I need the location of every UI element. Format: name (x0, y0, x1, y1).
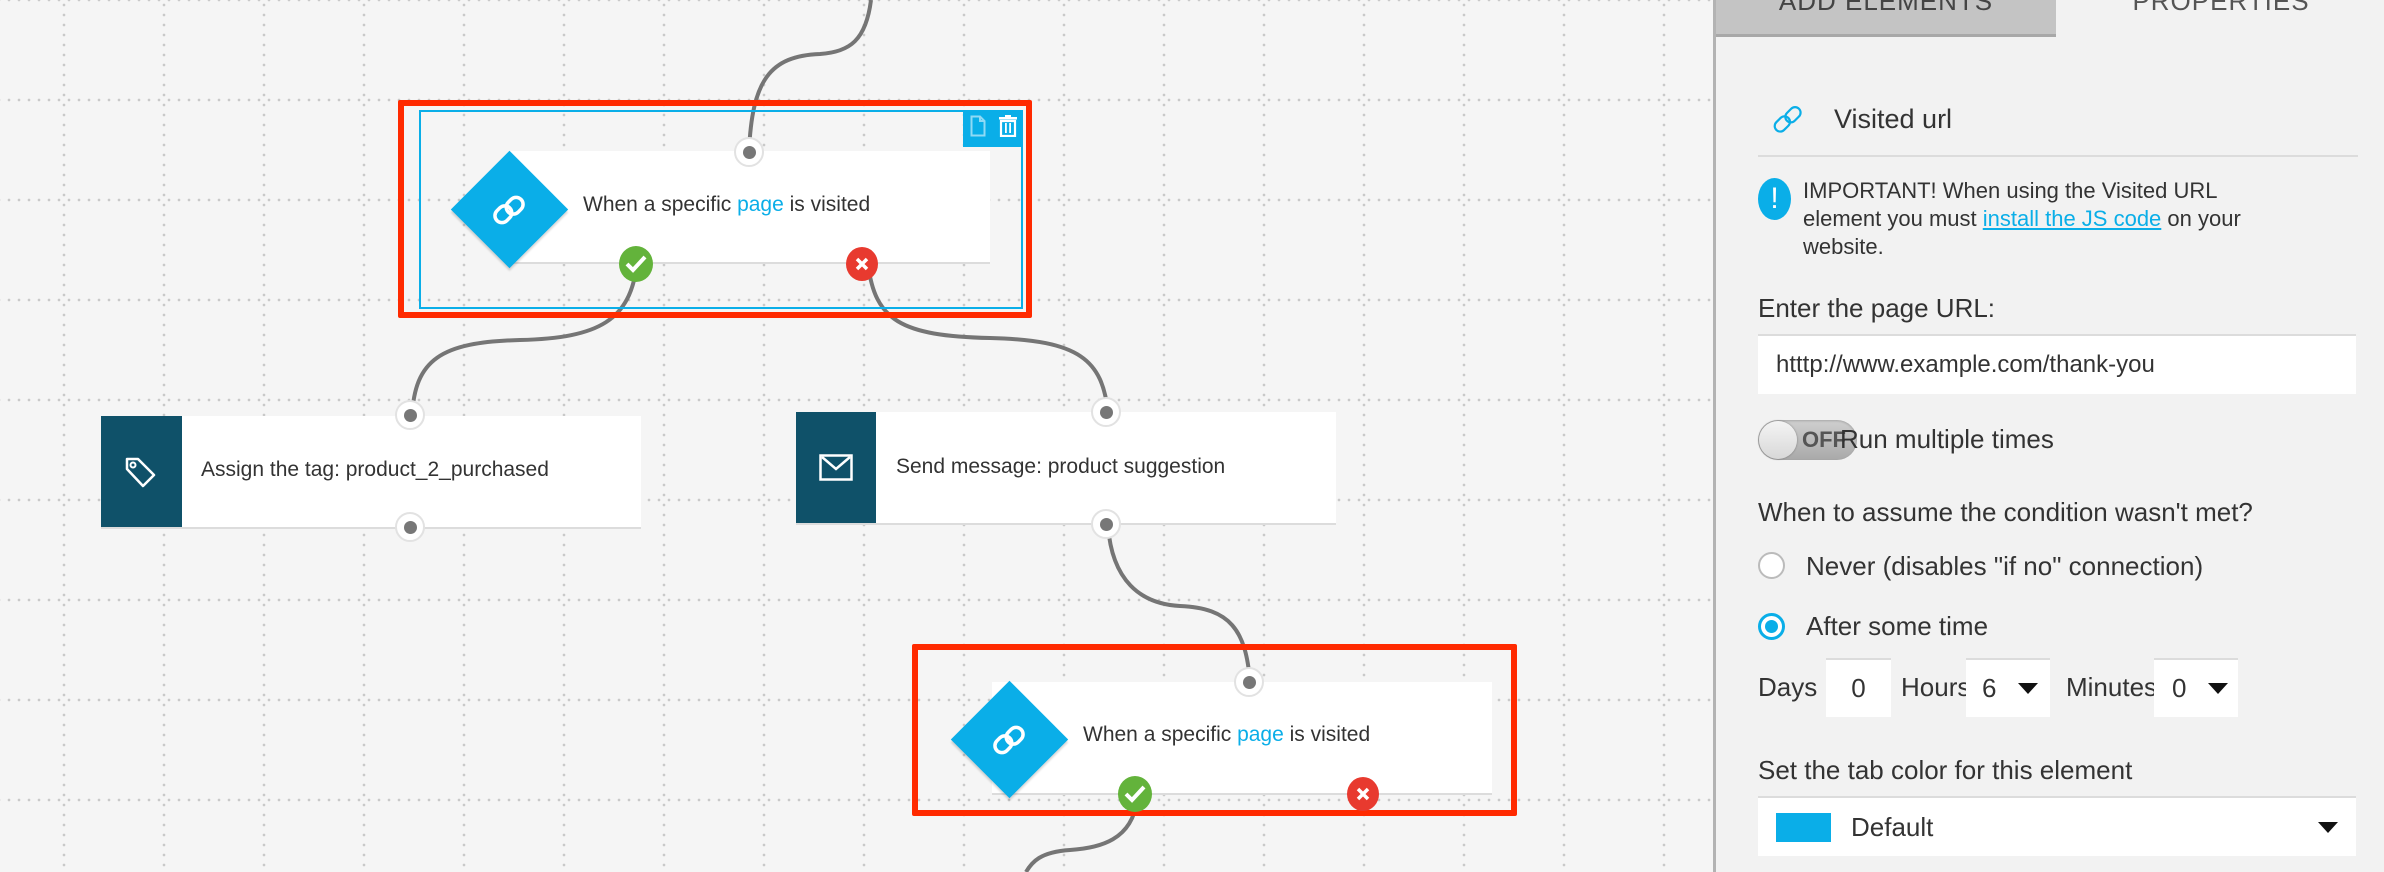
link-icon (1773, 106, 1802, 133)
workflow-canvas[interactable]: When a specific page is visited Assign t… (0, 0, 1713, 872)
node-toolbar (963, 110, 1023, 147)
panel-title: Visited url (1834, 104, 1953, 134)
envelope-icon (819, 454, 853, 481)
condition-text-after: is visited (1283, 723, 1371, 746)
x-icon (1356, 787, 1370, 801)
condition-link-page[interactable]: page (737, 193, 784, 216)
link-icon (493, 195, 525, 225)
page-url-value: htttp://www.example.com/thank-you (1776, 351, 2155, 378)
tab-label: PROPERTIES (2132, 0, 2310, 16)
chevron-down-icon (2018, 683, 2039, 694)
check-icon (625, 255, 647, 273)
action-text: Send message: product suggestion (896, 455, 1226, 478)
hours-value: 6 (1982, 673, 1997, 703)
input-port[interactable] (1091, 397, 1121, 427)
run-multiple-label: Run multiple times (1840, 424, 2054, 454)
toggle-knob (1759, 421, 1797, 459)
tab-color-value: Default (1851, 811, 1934, 842)
hours-label: Hours (1901, 672, 1971, 702)
link-icon (993, 725, 1025, 755)
tab-label: ADD ELEMENTS (1778, 0, 1994, 16)
condition-text-after: is visited (783, 193, 871, 216)
trash-icon[interactable] (998, 115, 1017, 142)
minutes-value: 0 (2172, 673, 2187, 703)
properties-panel: ADD ELEMENTS PROPERTIES Visited url ! IM… (1713, 0, 2384, 872)
condition-text: When a specific page is visited (583, 193, 870, 217)
radio-after-some-time[interactable] (1758, 613, 1785, 640)
info-icon: ! (1758, 178, 1791, 220)
url-label: Enter the page URL: (1758, 293, 1996, 323)
hours-select[interactable]: 6 (1966, 658, 2050, 717)
minutes-label: Minutes (2066, 672, 2158, 702)
condition-text-before: When a specific (583, 193, 738, 216)
radio-after-label[interactable]: After some time (1806, 611, 1988, 642)
days-label: Days (1758, 672, 1818, 702)
days-value: 0 (1851, 673, 1866, 703)
tab-color-label: Set the tab color for this element (1758, 755, 2133, 785)
page-url-input[interactable]: htttp://www.example.com/thank-you (1758, 334, 2356, 394)
minutes-select[interactable]: 0 (2154, 658, 2238, 717)
condition-text-before: When a specific (1083, 723, 1238, 746)
tab-color-select[interactable]: Default (1758, 796, 2356, 856)
copy-icon[interactable] (970, 115, 986, 142)
condition-text: When a specific page is visited (1083, 723, 1370, 747)
notice-text: IMPORTANT! When using the Visited URL el… (1803, 177, 2273, 261)
days-input[interactable]: 0 (1826, 658, 1891, 717)
chevron-down-icon (2208, 683, 2229, 694)
color-swatch (1776, 812, 1831, 842)
output-port[interactable] (395, 512, 425, 542)
divider (1758, 155, 2358, 157)
yes-port[interactable] (1118, 776, 1152, 812)
input-port[interactable] (1234, 667, 1264, 697)
check-icon (1124, 785, 1146, 803)
input-port[interactable] (734, 137, 764, 167)
chevron-down-icon (2318, 821, 2338, 833)
info-glyph: ! (1770, 182, 1779, 215)
condition-question: When to assume the condition wasn't met? (1758, 497, 2253, 527)
input-port[interactable] (395, 400, 425, 430)
x-icon (855, 257, 869, 271)
radio-never[interactable] (1758, 552, 1785, 579)
tag-icon (125, 457, 156, 488)
output-port[interactable] (1091, 509, 1121, 539)
condition-link-page[interactable]: page (1237, 723, 1284, 746)
tab-add-elements[interactable]: ADD ELEMENTS (1716, 0, 2056, 37)
action-text: Assign the tag: product_2_purchased (201, 458, 549, 481)
no-port[interactable] (846, 247, 878, 281)
install-js-link[interactable]: install the JS code (1983, 206, 2162, 231)
yes-port[interactable] (619, 246, 653, 282)
radio-never-label[interactable]: Never (disables "if no" connection) (1806, 551, 2203, 582)
no-port[interactable] (1347, 777, 1379, 811)
tab-properties[interactable]: PROPERTIES (2056, 0, 2384, 34)
